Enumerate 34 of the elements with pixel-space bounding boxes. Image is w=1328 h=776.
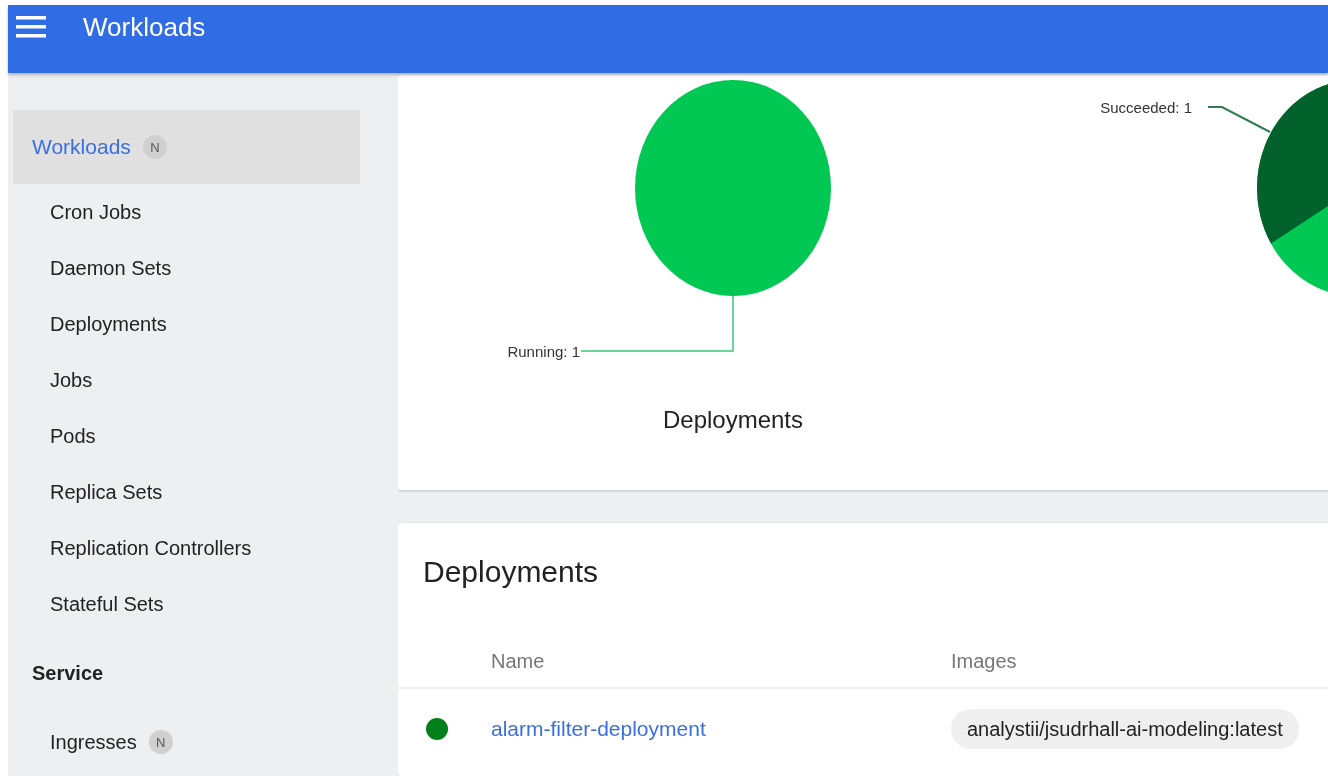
sidebar-label: Pods <box>50 424 96 448</box>
sidebar-item[interactable]: Daemon Sets <box>8 240 355 296</box>
sidebar-label: Cron Jobs <box>50 200 142 224</box>
sidebar-label: Workloads <box>32 135 131 159</box>
column-header: Name <box>491 649 546 673</box>
sidebar-label: Replica Sets <box>50 480 163 504</box>
image-chip: analystii/jsudrhall-ai-modeling:latest <box>951 708 1299 749</box>
leader-line <box>1207 106 1271 133</box>
namespace-badge: N <box>142 135 167 159</box>
data-label: Running: 1 <box>507 343 580 360</box>
column-header: Images <box>951 649 1017 673</box>
sidebar-label: Jobs <box>50 368 93 392</box>
page-title: Workloads <box>83 12 206 43</box>
namespace-badge: N <box>148 730 173 754</box>
sidebar-item[interactable]: Deployments <box>8 296 355 352</box>
sidebar-heading: Service <box>31 660 105 686</box>
sidebar-item[interactable]: Replica Sets <box>8 464 355 520</box>
sidebar-item[interactable]: Pods <box>8 408 355 464</box>
sidebar-item[interactable]: Workloads N <box>13 110 360 184</box>
sidebar-item[interactable]: Jobs <box>8 352 355 408</box>
sidebar-label: Replication Controllers <box>50 536 252 560</box>
chart-title: Deployments <box>662 406 804 433</box>
menu-icon[interactable] <box>16 16 46 38</box>
sidebar-label: Daemon Sets <box>50 256 172 280</box>
sidebar-item[interactable]: Replication Controllers <box>8 520 355 576</box>
card-title: Deployments <box>422 554 600 590</box>
sidebar-item[interactable]: Ingresses N <box>8 714 355 770</box>
deployment-link[interactable]: alarm-filter-deployment <box>491 717 706 740</box>
sidebar-label: Ingresses <box>50 730 137 754</box>
sidebar-item[interactable]: Cron Jobs <box>8 184 355 240</box>
data-label: Succeeded: 1 <box>1100 99 1192 116</box>
sidebar-item[interactable]: Stateful Sets <box>8 576 355 632</box>
sidebar-label: Deployments <box>50 312 167 336</box>
sidebar-label: Stateful Sets <box>50 592 164 616</box>
